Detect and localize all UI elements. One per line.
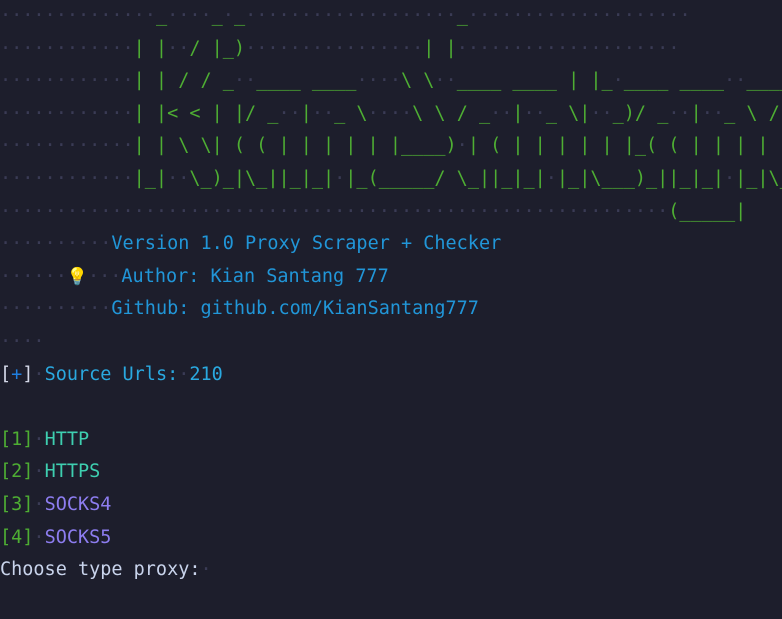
menu-key-1: 1 [11, 428, 23, 450]
version-line: ··········Version 1.0 Proxy Scraper + Ch… [0, 233, 502, 255]
menu-item-http[interactable]: [1]·HTTP [0, 424, 782, 457]
menu-item-socks4[interactable]: [3]·SOCKS4 [0, 489, 782, 522]
source-urls-label: Source Urls: [44, 363, 179, 385]
prompt-text: Choose type proxy: [0, 559, 201, 581]
author-text: Author: Kian Santang 777 [121, 265, 389, 287]
github-text: Github: github.com/KianSantang777 [111, 298, 479, 320]
banner-row: ············| | \ \| ( ( | | | | | |____… [0, 135, 782, 157]
menu-label-http: HTTP [44, 428, 90, 450]
source-urls-count: 210 [189, 363, 223, 385]
ascii-art-banner: ··············_····_·_··················… [0, 0, 782, 228]
author-line: ······💡···Author: Kian Santang 777 [0, 265, 389, 287]
text-cursor[interactable] [212, 559, 223, 580]
menu-label-https: HTTPS [44, 461, 101, 483]
lightbulb-icon: 💡 [66, 266, 88, 287]
banner-row: ············| | / / _··____ ____····\ \·… [0, 70, 782, 92]
menu-key-2: 2 [11, 461, 23, 483]
banner-row: ············| |< < | |/ _··|··_ \····\ \… [0, 102, 780, 124]
menu-label-socks5: SOCKS5 [44, 526, 112, 548]
source-urls-bracket-open: [ [0, 363, 12, 385]
source-urls-bracket-close: ] [22, 363, 34, 385]
source-urls-line: [+]·Source Urls:·210 [0, 363, 223, 385]
menu-key-4: 4 [11, 526, 23, 548]
menu-item-https[interactable]: [2]·HTTPS [0, 456, 782, 489]
banner-row: ········································… [0, 200, 747, 222]
menu-label-socks4: SOCKS4 [44, 493, 112, 515]
banner-row: ··············_····_·_··················… [0, 5, 691, 26]
menu-key-3: 3 [11, 493, 23, 515]
banner-row: ············| |··/ |_)················| … [0, 37, 680, 59]
blank-spacer-row: ···· [0, 330, 45, 352]
banner-row: ············|_|··\_)_|\_||_|_|·|_(_____/… [0, 167, 782, 189]
blank-row [0, 391, 782, 424]
terminal-window[interactable]: ··············_····_·_··················… [0, 0, 782, 619]
github-line: ··········Github: github.com/KianSantang… [0, 298, 479, 320]
source-urls-marker: + [11, 363, 23, 385]
menu-item-socks5[interactable]: [4]·SOCKS5 [0, 522, 782, 555]
proxy-type-prompt[interactable]: Choose type proxy:· [0, 554, 782, 587]
version-text: Version 1.0 Proxy Scraper + Checker [111, 233, 502, 255]
